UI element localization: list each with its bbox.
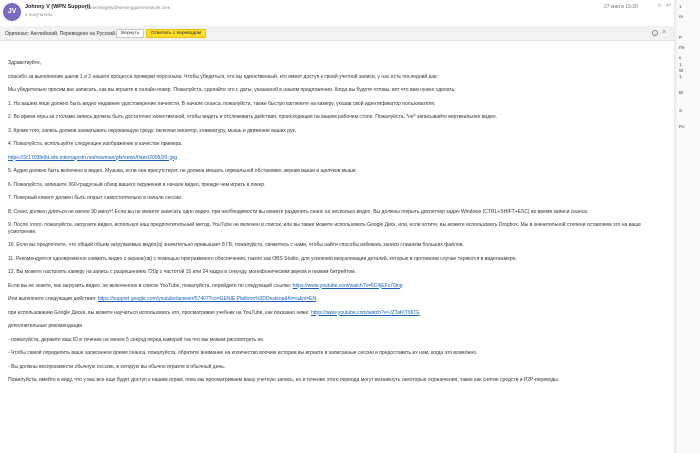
side-item[interactable]: re [679,14,683,20]
step-12: 12. Вы можете настроить камеру на запись… [8,269,356,275]
step-4: 4. Пожалуйста, используйте следующее изо… [8,141,183,147]
recipients-toggle[interactable]: 1 получатель [25,12,53,17]
step-8: 8. Сеанс должен длиться не менее 90 мину… [8,208,589,215]
sender-email[interactable]: gamerintegrity@winninggamenetwork.com [85,5,170,10]
sender-name[interactable]: Johnny V (WPN Support) [25,4,90,10]
request-paragraph: Мы убедительно просим вас записать, как … [8,87,456,93]
scrollbar[interactable] [675,0,677,453]
step-1: 1. На вашем лице должно быть видно недав… [8,100,436,107]
side-item[interactable]: к [679,55,681,61]
support-link[interactable]: https://support.google.com/youtube/answe… [98,296,316,302]
extra-recommendation-2: - Чтобы самой определить ваше записанное… [8,350,478,356]
youtube-instructions-text: Если вы не знаете, как загрузить видео, … [8,282,292,289]
side-item[interactable]: 1 [679,4,682,10]
drive-instructions-text: при использовании Google Диска, вы может… [8,309,310,316]
side-item[interactable]: W [679,68,683,74]
message-body: Здравствуйте, спасибо за выполнение шаго… [8,60,668,391]
reply-with-translation-button[interactable]: Ответить с переводом [146,28,206,38]
side-item[interactable]: 1. [679,74,683,80]
reply-icon[interactable]: ↩ [665,3,672,10]
step-10: 10. Если вы предпочтете, что общий объем… [8,242,464,248]
side-item[interactable]: Bl [679,90,683,96]
side-item[interactable]: S [679,108,682,114]
extra-recommendation-1: - пожалуйста, держите ваш ID в течение н… [8,336,265,343]
close-icon[interactable]: × [662,29,666,37]
drive-tutorial-link[interactable]: https://www.youtube.com/watch?v=JZTaKtT0… [311,310,420,316]
star-icon[interactable]: ☆ [656,3,663,10]
extra-heading: дополнительные рекомендации [8,323,83,329]
support-instructions-text: Или выполните следующие действия: [8,296,97,302]
translation-bar: Оригинал: Английский. Переведено на Русс… [0,26,674,41]
extra-recommendation-3: - Вы должны воспроизвести обычную сессию… [8,363,226,370]
greeting: Здравствуйте, [8,60,42,66]
side-item[interactable]: Po [679,124,685,130]
side-item[interactable]: P [679,35,682,41]
step-6: 6. Пожалуйста, запишите 360-градусный об… [8,181,266,188]
youtube-link[interactable]: https://www.youtube.com/watch?v=6C4jEFz7… [293,283,403,289]
info-icon[interactable]: i [652,29,658,36]
closing-paragraph: Пожалуйста, имейте в виду, что у вас все… [8,377,560,383]
avatar[interactable]: JV [3,3,21,21]
step-5: 5. Аудио должно быть включено в видео. М… [8,168,357,174]
intro-paragraph: спасибо за выполнение шагов 1 и 2 нашего… [8,73,439,80]
step-3: 3. Кроме того, запись должна захватывать… [8,127,297,134]
step-7: 7. Покерный клиент должен быть открыт са… [8,195,183,201]
step-9: 9. После этого, пожалуйста, загрузите ви… [8,222,641,235]
example-image-link[interactable]: https://3c1703fe8d.site.internapcdn.net/… [8,155,177,161]
step-11: 11. Рекомендуется одновременно снимать в… [8,255,517,262]
side-item[interactable]: 1. [679,62,683,68]
side-item[interactable]: Пе [679,45,685,51]
message-header: JV Johnny V (WPN Support) gamerintegrity… [0,0,674,24]
step-2: 2. Во время игры за столами запись должн… [8,114,498,120]
side-panel: 1 re P Пе к 1. W 1. Bl S Po [674,0,700,453]
return-original-button[interactable]: Вернуть [116,28,145,38]
message-date: 27 мая в 15:20 [604,4,638,10]
message-pane: JV Johnny V (WPN Support) gamerintegrity… [0,0,674,453]
translation-status: Оригинал: Английский. Переведено на Русс… [5,30,117,37]
